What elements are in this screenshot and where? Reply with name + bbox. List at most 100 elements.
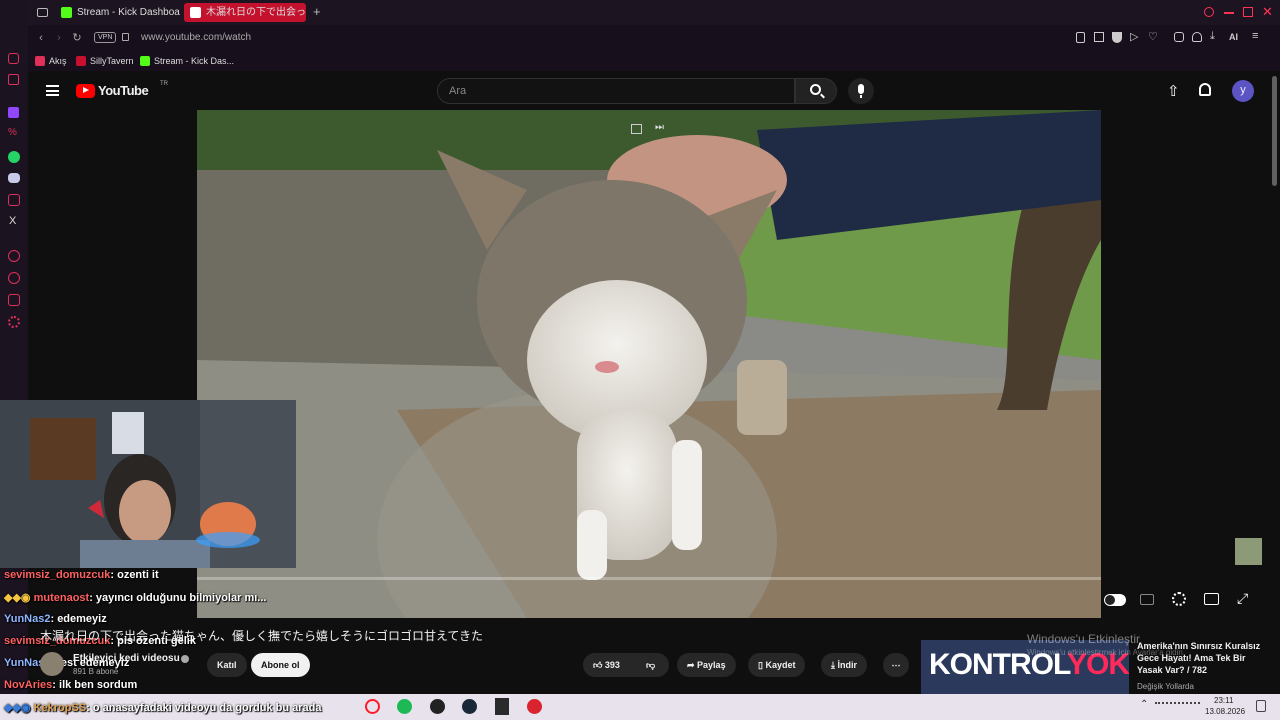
opera-taskbar-icon[interactable]	[365, 699, 380, 714]
chat-username: YunNas2	[4, 613, 51, 625]
thumbs-down-icon[interactable]: 👎︎	[646, 653, 655, 677]
forward-icon[interactable]: ›	[52, 31, 66, 45]
autoplay-toggle[interactable]	[1104, 594, 1126, 606]
tab-label: Stream - Kick Dashboard	[77, 7, 180, 18]
avatar[interactable]: y	[1232, 80, 1254, 102]
workspaces-icon[interactable]	[37, 8, 48, 17]
share-icon: ➦	[687, 660, 698, 670]
youtube-tab-icon	[190, 7, 201, 18]
player-icon[interactable]	[8, 250, 20, 262]
progress-bar[interactable]	[197, 577, 1101, 580]
aria-ai-button[interactable]: AI	[1229, 32, 1238, 42]
search-tabs-icon[interactable]	[1204, 7, 1214, 17]
new-tab-button[interactable]: +	[313, 4, 321, 19]
bookmark-kick[interactable]: Stream - Kick Das...	[140, 54, 234, 68]
clock-time[interactable]: 23:11	[1214, 696, 1233, 705]
whatsapp-icon[interactable]	[8, 151, 20, 163]
history-icon[interactable]	[8, 272, 20, 284]
chat-text: : ozenti it	[110, 569, 159, 581]
toolbar-icons: ▷ ♡ ⤓ AI ≡	[1076, 30, 1261, 44]
sillytavern-icon	[76, 56, 86, 66]
search-button[interactable]	[795, 78, 837, 104]
hamburger-menu-icon[interactable]	[46, 85, 59, 96]
download-icon[interactable]: ⤓	[1210, 30, 1215, 43]
maximize-icon[interactable]	[1243, 7, 1253, 17]
wallet-icon[interactable]	[1192, 32, 1202, 42]
extensions-icon[interactable]	[8, 294, 20, 306]
recorder-taskbar-icon[interactable]	[527, 699, 542, 714]
upload-icon[interactable]: ⇧	[1167, 82, 1180, 100]
bookmark-label: Akış	[49, 56, 67, 66]
menu-icon[interactable]: ≡	[1252, 30, 1258, 42]
bookmark-sillytavern[interactable]: SillyTavern	[76, 54, 134, 68]
epic-taskbar-icon[interactable]	[495, 698, 509, 715]
video-player[interactable]: ⏭ ⤢	[197, 110, 1101, 618]
pin-icon[interactable]	[1076, 32, 1085, 43]
twitch-icon[interactable]	[8, 107, 19, 118]
settings-gear-icon[interactable]	[1172, 592, 1186, 606]
extensions-icon[interactable]	[1174, 32, 1184, 42]
chat-username: KekropSS	[33, 702, 87, 714]
bookmark-akis[interactable]: Akış	[35, 54, 67, 68]
voice-search-button[interactable]	[848, 78, 874, 104]
chat-text: : o anasayfadaki videoyu da gorduk bu ar…	[86, 702, 322, 714]
notification-icon[interactable]	[1256, 700, 1266, 712]
channel-avatar[interactable]	[40, 652, 64, 676]
skip-next-icon[interactable]: ⏭	[655, 122, 664, 133]
theater-mode-icon[interactable]	[1204, 593, 1219, 605]
miniplayer-icon[interactable]	[631, 124, 642, 134]
windows-taskbar: ◆◆◉ KekropSS: o anasayfadaki videoyu da …	[0, 694, 1280, 720]
tray-chevron-icon[interactable]: ⌃	[1140, 699, 1148, 710]
subtitles-icon[interactable]	[1140, 594, 1154, 605]
pinboard-icon[interactable]	[8, 74, 19, 85]
video-title: 木漏れ日の下で出会った猫ちゃん、優しく撫でたら嬉しそうにゴロゴロ甘えてきた	[40, 629, 484, 643]
autoplay-knob	[1105, 595, 1115, 605]
save-button[interactable]: ▯ Kaydet	[748, 653, 806, 677]
share-label: Paylaş	[697, 660, 726, 670]
like-button[interactable]: 👍︎ 393 👎︎	[583, 653, 669, 677]
download-button[interactable]: ⤓ İndir	[821, 653, 867, 677]
save-label: Kaydet	[765, 660, 796, 670]
join-button[interactable]: Katıl	[207, 653, 247, 677]
shield-icon[interactable]	[1112, 32, 1122, 43]
thumbs-up-icon: 👍︎	[593, 660, 603, 670]
x-icon[interactable]: X	[9, 215, 16, 227]
bookmarks-bar: Akış SillyTavern Stream - Kick Das...	[28, 51, 1280, 71]
messenger-icon[interactable]	[8, 53, 19, 64]
share-button[interactable]: ➦ Paylaş	[677, 653, 736, 677]
heart-icon[interactable]: ♡	[1148, 30, 1158, 43]
thumbnail-small[interactable]	[1235, 538, 1262, 565]
instagram-icon[interactable]	[8, 194, 20, 206]
chat-username: NovAries	[4, 679, 53, 691]
discord-icon[interactable]	[8, 173, 20, 183]
close-icon[interactable]: ✕	[1262, 4, 1273, 20]
microphone-icon	[858, 84, 864, 94]
back-icon[interactable]: ‹	[34, 31, 48, 45]
vpn-badge[interactable]: VPN	[94, 32, 117, 43]
chat-message: YunNas2: edemeyiz	[4, 613, 107, 625]
page-scrollbar[interactable]	[1272, 76, 1277, 186]
clock-date[interactable]: 13.08.2026	[1205, 707, 1245, 716]
chat-text: : ilk ben sordum	[52, 679, 138, 691]
settings-icon[interactable]	[8, 316, 20, 328]
url-field[interactable]: www.youtube.com/watch	[141, 32, 251, 43]
percent-icon[interactable]: %	[8, 127, 17, 138]
minimize-icon[interactable]	[1224, 12, 1234, 14]
recommended-title: Amerika'nın Sınırsız Kuralsız Gece Hayat…	[1137, 641, 1261, 675]
steam-taskbar-icon[interactable]	[462, 699, 477, 714]
reload-icon[interactable]: ↻	[70, 31, 84, 45]
subscribe-button[interactable]: Abone ol	[251, 653, 310, 677]
notifications-bell-icon[interactable]	[1199, 83, 1211, 96]
more-actions-button[interactable]: ⋯	[883, 653, 909, 677]
tab-kick-dashboard[interactable]: Stream - Kick Dashboard	[55, 3, 180, 22]
spotify-taskbar-icon[interactable]	[397, 699, 412, 714]
kick-icon	[61, 7, 72, 18]
app-taskbar-icon[interactable]	[430, 699, 445, 714]
tray-icons[interactable]	[1155, 702, 1200, 712]
search-input[interactable]: Ara	[437, 78, 795, 104]
channel-name[interactable]: Etkileyici kedi videosu	[73, 653, 180, 664]
tab-youtube-video[interactable]: 木漏れ日の下で出会った仔	[184, 3, 306, 22]
snapshot-icon[interactable]	[1094, 32, 1104, 42]
play-icon[interactable]: ▷	[1130, 30, 1138, 43]
fullscreen-icon[interactable]: ⤢	[1237, 590, 1248, 607]
